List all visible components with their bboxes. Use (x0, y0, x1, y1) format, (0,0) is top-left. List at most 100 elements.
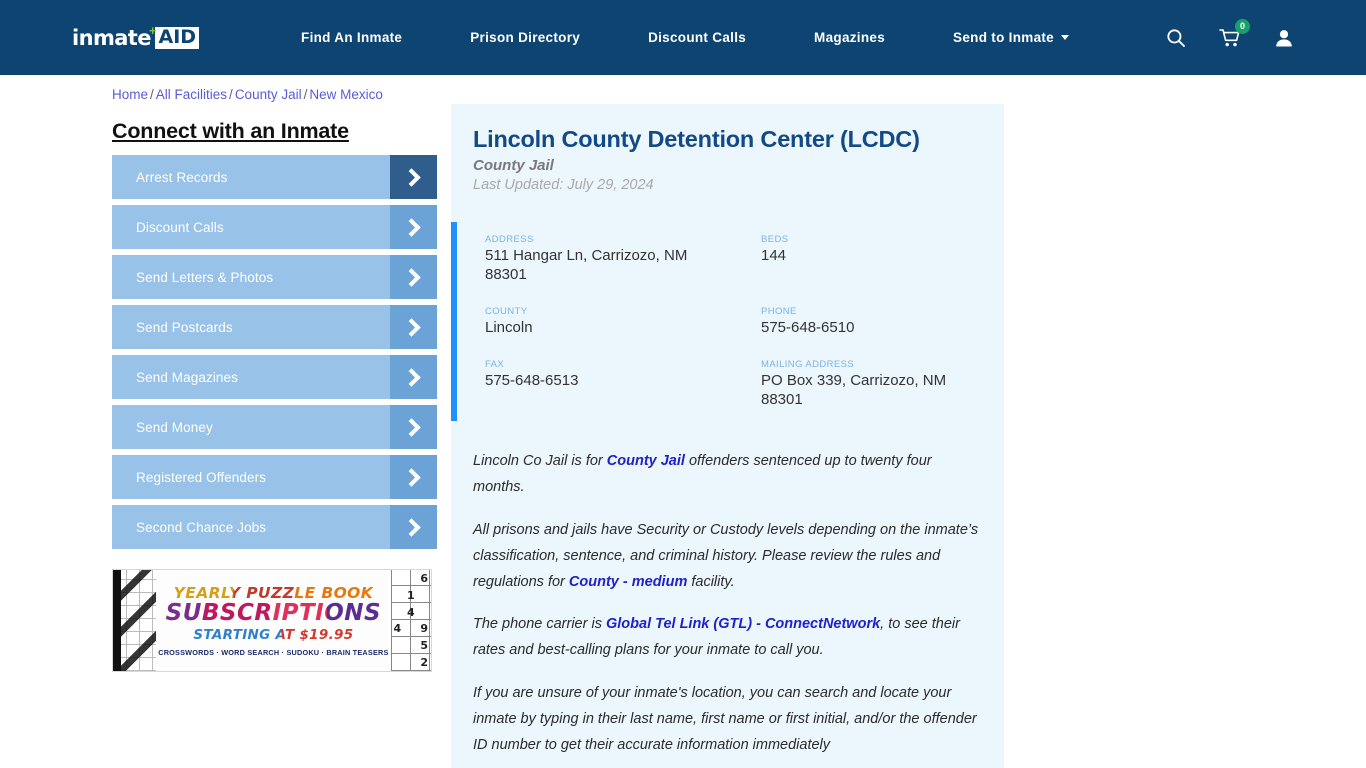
info-label: COUNTY (485, 305, 528, 317)
p1-text-a: Lincoln Co Jail is for (473, 453, 607, 470)
sidebar-item-send-magazines[interactable]: Send Magazines (112, 355, 437, 399)
breadcrumb-separator: / (150, 87, 154, 102)
chevron-right-box (390, 205, 437, 249)
info-label: ADDRESS (485, 234, 534, 245)
info-label: FAX (485, 358, 505, 370)
header-icon-group: 0 (1166, 18, 1294, 48)
breadcrumb-separator: / (303, 87, 308, 102)
sidebar-item-label: Send Letters & Photos (112, 255, 390, 299)
info-field-county: COUNTY Lincoln (485, 306, 761, 338)
info-field-address: ADDRESS 511 Hangar Ln, Carrizozo, NM 883… (485, 234, 761, 285)
breadcrumb-item-county-jail[interactable]: County Jail (235, 87, 302, 102)
chevron-right-icon (402, 267, 421, 287)
info-value: 575-648-6510 (761, 318, 855, 336)
facility-description: Lincoln Co Jail is for County Jail offen… (451, 449, 1004, 768)
nav-label: Send to Inmate (953, 30, 1054, 45)
info-field-fax: FAX 575-648-6513 (485, 359, 761, 410)
sudoku-cell: 4 (406, 605, 415, 619)
sidebar-item-send-postcards[interactable]: Send Postcards (112, 305, 437, 349)
chevron-right-box (390, 505, 437, 549)
nav-item-discount-calls[interactable]: Discount Calls (614, 30, 780, 45)
sudoku-cell: 6 (420, 571, 429, 585)
info-field-phone: PHONE 575-648-6510 (761, 306, 1004, 338)
sidebar-item-label: Send Magazines (112, 355, 390, 399)
info-value: 575-648-6513 (485, 371, 579, 389)
breadcrumb-item-new-mexico[interactable]: New Mexico (309, 87, 383, 102)
chevron-right-box (390, 155, 437, 199)
nav-item-magazines[interactable]: Magazines (780, 30, 919, 45)
chevron-right-icon (402, 317, 421, 337)
user-icon (1276, 29, 1292, 46)
nav-item-send-to-inmate[interactable]: Send to Inmate (919, 30, 1103, 45)
sidebar-item-second-chance-jobs[interactable]: Second Chance Jobs (112, 505, 437, 549)
nav-label: Magazines (814, 30, 886, 45)
chevron-right-box (390, 405, 437, 449)
ad-text-block: YEARLY PUZZLE BOOK SUBSCRIPTIONS STARTIN… (156, 570, 391, 671)
chevron-right-box (390, 455, 437, 499)
p3-text-a: The phone carrier is (473, 616, 606, 633)
account-button[interactable] (1274, 28, 1294, 48)
logo-aid: AID (155, 26, 200, 49)
phone-carrier-link[interactable]: Global Tel Link (GTL) - ConnectNetwork (606, 616, 880, 632)
last-updated: Last Updated: July 29, 2024 (473, 177, 654, 193)
nav-item-find-an-inmate[interactable]: Find An Inmate (267, 30, 436, 45)
left-column: Home / All Facilities / County Jail / New Mexi… (112, 75, 437, 768)
sidebar-item-label: Second Chance Jobs (112, 505, 390, 549)
logo-plus-icon: + (148, 23, 157, 38)
sidebar-title: Connect with an Inmate (112, 119, 349, 143)
sudoku-cell: 2 (420, 656, 429, 670)
page-title: Lincoln County Detention Center (LCDC) (473, 126, 920, 152)
chevron-right-icon (402, 467, 421, 487)
sidebar-item-send-money[interactable]: Send Money (112, 405, 437, 449)
ad-line-4: CROSSWORDS · WORD SEARCH · SUDOKU · BRAI… (158, 647, 389, 657)
description-paragraph-2: All prisons and jails have Security or C… (473, 518, 982, 595)
site-header: inmate + AID Find An Inmate Prison Direc… (0, 0, 1366, 75)
site-logo[interactable]: inmate + AID (72, 23, 200, 51)
search-button[interactable] (1166, 28, 1186, 48)
sidebar-item-registered-offenders[interactable]: Registered Offenders (112, 455, 437, 499)
crossword-grid-icon (113, 570, 157, 671)
breadcrumb-separator: / (229, 87, 233, 102)
description-paragraph-4: If you are unsure of your inmate's locat… (473, 681, 982, 758)
sidebar-item-arrest-records[interactable]: Arrest Records (112, 155, 437, 199)
breadcrumb-item-home[interactable]: Home (112, 87, 148, 102)
sudoku-cell: 1 (406, 588, 415, 602)
chevron-right-box (390, 355, 437, 399)
chevron-down-icon (1061, 35, 1069, 40)
sidebar-item-label: Discount Calls (112, 205, 390, 249)
nav-item-prison-directory[interactable]: Prison Directory (436, 30, 614, 45)
sudoku-cell: 9 (420, 622, 429, 636)
chevron-right-box (390, 255, 437, 299)
county-jail-link[interactable]: County Jail (607, 453, 685, 469)
nav-label: Discount Calls (648, 30, 747, 45)
facility-info-block: ADDRESS 511 Hangar Ln, Carrizozo, NM 883… (451, 222, 1004, 422)
chevron-right-icon (402, 217, 421, 237)
chevron-right-icon (402, 517, 421, 537)
cart-count-badge: 0 (1235, 18, 1250, 34)
description-paragraph-1: Lincoln Co Jail is for County Jail offen… (473, 449, 982, 501)
p2-text-b: facility. (687, 573, 735, 590)
sidebar-item-send-letters-photos[interactable]: Send Letters & Photos (112, 255, 437, 299)
sidebar-item-label: Send Money (112, 405, 390, 449)
facility-panel: Lincoln County Detention Center (LCDC) C… (451, 104, 1004, 768)
sudoku-cell: 4 (393, 622, 402, 636)
chevron-right-icon (402, 417, 421, 437)
cart-button[interactable]: 0 (1219, 18, 1250, 48)
breadcrumb-item-all-facilities[interactable]: All Facilities (156, 87, 227, 102)
description-paragraph-3: The phone carrier is Global Tel Link (GT… (473, 612, 982, 664)
info-value: 144 (761, 247, 787, 264)
sidebar-item-label: Send Postcards (112, 305, 390, 349)
info-label: BEDS (761, 234, 789, 245)
info-value: Lincoln (485, 318, 533, 336)
sidebar-item-discount-calls[interactable]: Discount Calls (112, 205, 437, 249)
ad-line-2: SUBSCRIPTIONS (165, 600, 382, 627)
nav-label: Prison Directory (470, 30, 581, 45)
info-label: PHONE (761, 305, 797, 317)
sidebar-item-label: Registered Offenders (112, 455, 390, 499)
info-value: 511 Hangar Ln, Carrizozo, NM 88301 (485, 247, 688, 283)
county-medium-link[interactable]: County - medium (569, 574, 687, 590)
facility-type: County Jail (473, 157, 554, 174)
sudoku-grid-icon: 6 1 4 4 9 5 2 (390, 570, 431, 671)
puzzle-book-ad-banner[interactable]: YEARLY PUZZLE BOOK SUBSCRIPTIONS STARTIN… (112, 569, 432, 672)
search-icon (1167, 28, 1185, 47)
